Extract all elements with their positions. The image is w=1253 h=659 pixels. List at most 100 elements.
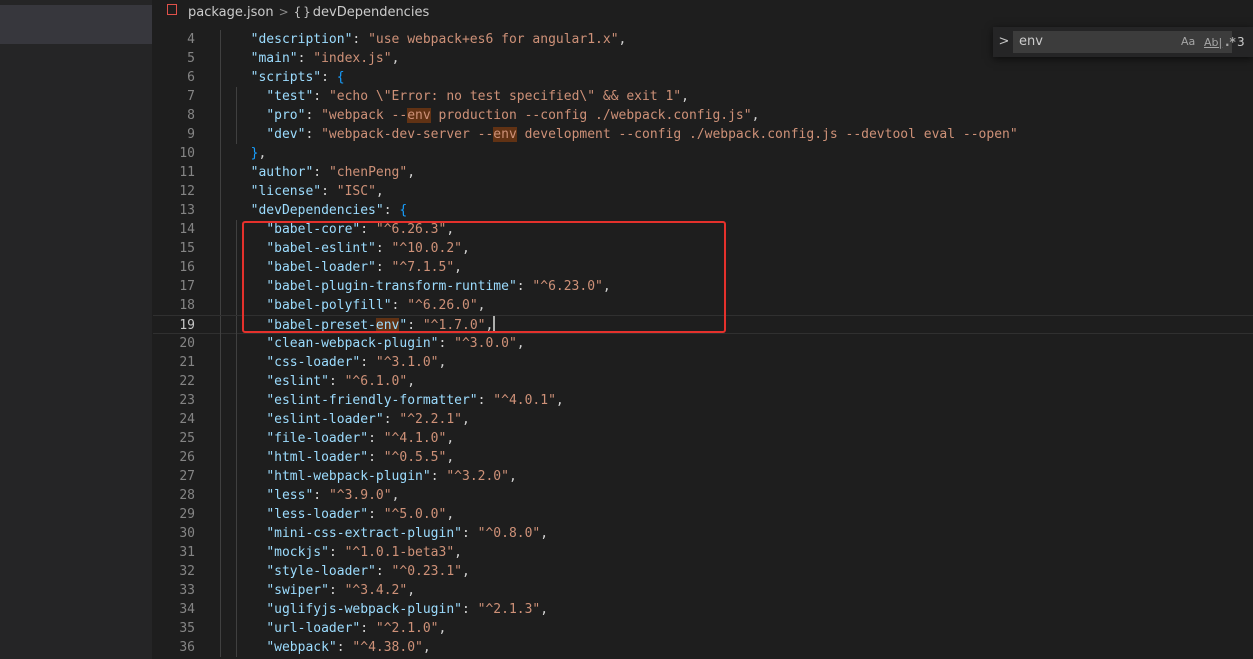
code-token: ,: [375, 184, 384, 199]
code-line[interactable]: 18 "babel-polyfill": "^6.26.0",: [153, 296, 1253, 315]
code-text[interactable]: "description": "use webpack+es6 for angu…: [235, 30, 627, 49]
code-text[interactable]: "pro": "webpack --env production --confi…: [235, 106, 759, 125]
code-text[interactable]: "uglifyjs-webpack-plugin": "^2.1.3",: [235, 600, 548, 619]
code-line[interactable]: 7 "test": "echo \"Error: no test specifi…: [153, 87, 1253, 106]
code-line[interactable]: 32 "style-loader": "^0.23.1",: [153, 562, 1253, 581]
code-line[interactable]: 13 "devDependencies": {: [153, 201, 1253, 220]
code-line[interactable]: 19 "babel-preset-env": "^1.7.0",: [153, 315, 1253, 335]
code-token: :: [297, 51, 314, 66]
match-whole-word-icon[interactable]: Ab|: [1203, 33, 1223, 53]
code-token: ,: [540, 526, 549, 541]
code-line[interactable]: 28 "less": "^3.9.0",: [153, 486, 1253, 505]
code-text[interactable]: "scripts": {: [235, 68, 345, 87]
code-token: :: [313, 165, 329, 180]
find-widget: > env Aa Ab| .* 3: [993, 27, 1253, 57]
code-text[interactable]: "babel-core": "^6.26.3",: [235, 220, 454, 239]
code-text[interactable]: "babel-plugin-transform-runtime": "^6.23…: [235, 277, 610, 296]
match-case-icon[interactable]: Aa: [1181, 33, 1195, 51]
code-line[interactable]: 14 "babel-core": "^6.26.3",: [153, 220, 1253, 239]
code-line[interactable]: 8 "pro": "webpack --env production --con…: [153, 106, 1253, 125]
code-line[interactable]: 24 "eslint-loader": "^2.2.1",: [153, 410, 1253, 429]
code-line[interactable]: 20 "clean-webpack-plugin": "^3.0.0",: [153, 334, 1253, 353]
code-text[interactable]: "style-loader": "^0.23.1",: [235, 562, 470, 581]
code-token: ,: [438, 355, 447, 370]
code-text[interactable]: "html-webpack-plugin": "^3.2.0",: [235, 467, 516, 486]
line-number: 5: [187, 51, 195, 66]
object-symbol-icon: { }: [293, 5, 311, 19]
side-panel-selected-row[interactable]: [0, 5, 152, 44]
code-token: :: [321, 70, 337, 85]
code-line[interactable]: 30 "mini-css-extract-plugin": "^0.8.0",: [153, 524, 1253, 543]
code-text[interactable]: "clean-webpack-plugin": "^3.0.0",: [235, 334, 524, 353]
code-line[interactable]: 16 "babel-loader": "^7.1.5",: [153, 258, 1253, 277]
code-text[interactable]: "devDependencies": {: [235, 201, 408, 220]
code-text[interactable]: "mockjs": "^1.0.1-beta3",: [235, 543, 462, 562]
code-line[interactable]: 11 "author": "chenPeng",: [153, 163, 1253, 182]
code-text[interactable]: "license": "ISC",: [235, 182, 384, 201]
code-line[interactable]: 21 "css-loader": "^3.1.0",: [153, 353, 1253, 372]
indent-guide: [220, 353, 221, 372]
code-line[interactable]: 34 "uglifyjs-webpack-plugin": "^2.1.3",: [153, 600, 1253, 619]
code-text[interactable]: "eslint-friendly-formatter": "^4.0.1",: [235, 391, 563, 410]
code-line[interactable]: 6 "scripts": {: [153, 68, 1253, 87]
code-line[interactable]: 25 "file-loader": "^4.1.0",: [153, 429, 1253, 448]
code-text[interactable]: "test": "echo \"Error: no test specified…: [235, 87, 689, 106]
find-input[interactable]: env Aa Ab| .*: [1013, 31, 1236, 53]
code-text[interactable]: "babel-eslint": "^10.0.2",: [235, 239, 470, 258]
code-text[interactable]: "less": "^3.9.0",: [235, 486, 399, 505]
code-token: "css-loader": [266, 355, 361, 370]
code-token: "babel-core": [266, 222, 361, 237]
code-line[interactable]: 33 "swiper": "^3.4.2",: [153, 581, 1253, 600]
code-token: "^2.1.3": [477, 602, 541, 617]
code-line[interactable]: 26 "html-loader": "^0.5.5",: [153, 448, 1253, 467]
code-line[interactable]: 31 "mockjs": "^1.0.1-beta3",: [153, 543, 1253, 562]
code-line[interactable]: 17 "babel-plugin-transform-runtime": "^6…: [153, 277, 1253, 296]
toggle-replace-chevron-icon[interactable]: >: [997, 32, 1011, 52]
code-text[interactable]: "author": "chenPeng",: [235, 163, 415, 182]
code-line[interactable]: 15 "babel-eslint": "^10.0.2",: [153, 239, 1253, 258]
code-line[interactable]: 22 "eslint": "^6.1.0",: [153, 372, 1253, 391]
code-token: "chenPeng": [328, 165, 408, 180]
code-text[interactable]: "eslint-loader": "^2.2.1",: [235, 410, 470, 429]
code-token: "less-loader": [266, 507, 369, 522]
use-regex-icon[interactable]: .*: [1225, 33, 1236, 51]
code-text[interactable]: },: [235, 144, 267, 163]
line-number: 23: [179, 393, 195, 408]
breadcrumb-symbol[interactable]: devDependencies: [313, 5, 429, 20]
code-line[interactable]: 29 "less-loader": "^5.0.0",: [153, 505, 1253, 524]
code-editor[interactable]: 4 "description": "use webpack+es6 for an…: [153, 24, 1253, 659]
code-line[interactable]: 35 "url-loader": "^2.1.0",: [153, 619, 1253, 638]
code-text[interactable]: "url-loader": "^2.1.0",: [235, 619, 446, 638]
indent-guide: [220, 410, 221, 429]
code-line[interactable]: 12 "license": "ISC",: [153, 182, 1253, 201]
code-line[interactable]: 27 "html-webpack-plugin": "^3.2.0",: [153, 467, 1253, 486]
code-line[interactable]: 9 "dev": "webpack-dev-server --env devel…: [153, 125, 1253, 144]
code-text[interactable]: "dev": "webpack-dev-server --env develop…: [235, 125, 1018, 144]
code-text[interactable]: "babel-preset-env": "^1.7.0",: [235, 316, 496, 335]
code-text[interactable]: "swiper": "^3.4.2",: [235, 581, 415, 600]
code-line[interactable]: 36 "webpack": "^4.38.0",: [153, 638, 1253, 657]
line-number: 19: [179, 318, 195, 333]
code-text[interactable]: "html-loader": "^0.5.5",: [235, 448, 454, 467]
line-number: 31: [179, 545, 195, 560]
indent-guide: [220, 182, 221, 201]
code-text[interactable]: "babel-loader": "^7.1.5",: [235, 258, 462, 277]
find-query[interactable]: env: [1019, 31, 1043, 53]
code-text[interactable]: "babel-polyfill": "^6.26.0",: [235, 296, 485, 315]
code-text[interactable]: "webpack": "^4.38.0",: [235, 638, 430, 657]
code-text[interactable]: "css-loader": "^3.1.0",: [235, 353, 446, 372]
code-line[interactable]: 23 "eslint-friendly-formatter": "^4.0.1"…: [153, 391, 1253, 410]
line-number: 25: [179, 431, 195, 446]
code-text[interactable]: "mini-css-extract-plugin": "^0.8.0",: [235, 524, 548, 543]
code-text[interactable]: "less-loader": "^5.0.0",: [235, 505, 454, 524]
code-line[interactable]: 10 },: [153, 144, 1253, 163]
code-token: :: [313, 89, 329, 104]
code-text[interactable]: "eslint": "^6.1.0",: [235, 372, 415, 391]
code-text[interactable]: "main": "index.js",: [235, 49, 400, 68]
code-token: development --config ./webpack.config.js…: [516, 127, 1018, 142]
indent-guide: [220, 163, 221, 182]
find-match-count: 3: [1237, 35, 1245, 49]
code-text[interactable]: "file-loader": "^4.1.0",: [235, 429, 454, 448]
indent-guide: [220, 30, 221, 49]
breadcrumb-file[interactable]: package.json: [188, 5, 274, 20]
